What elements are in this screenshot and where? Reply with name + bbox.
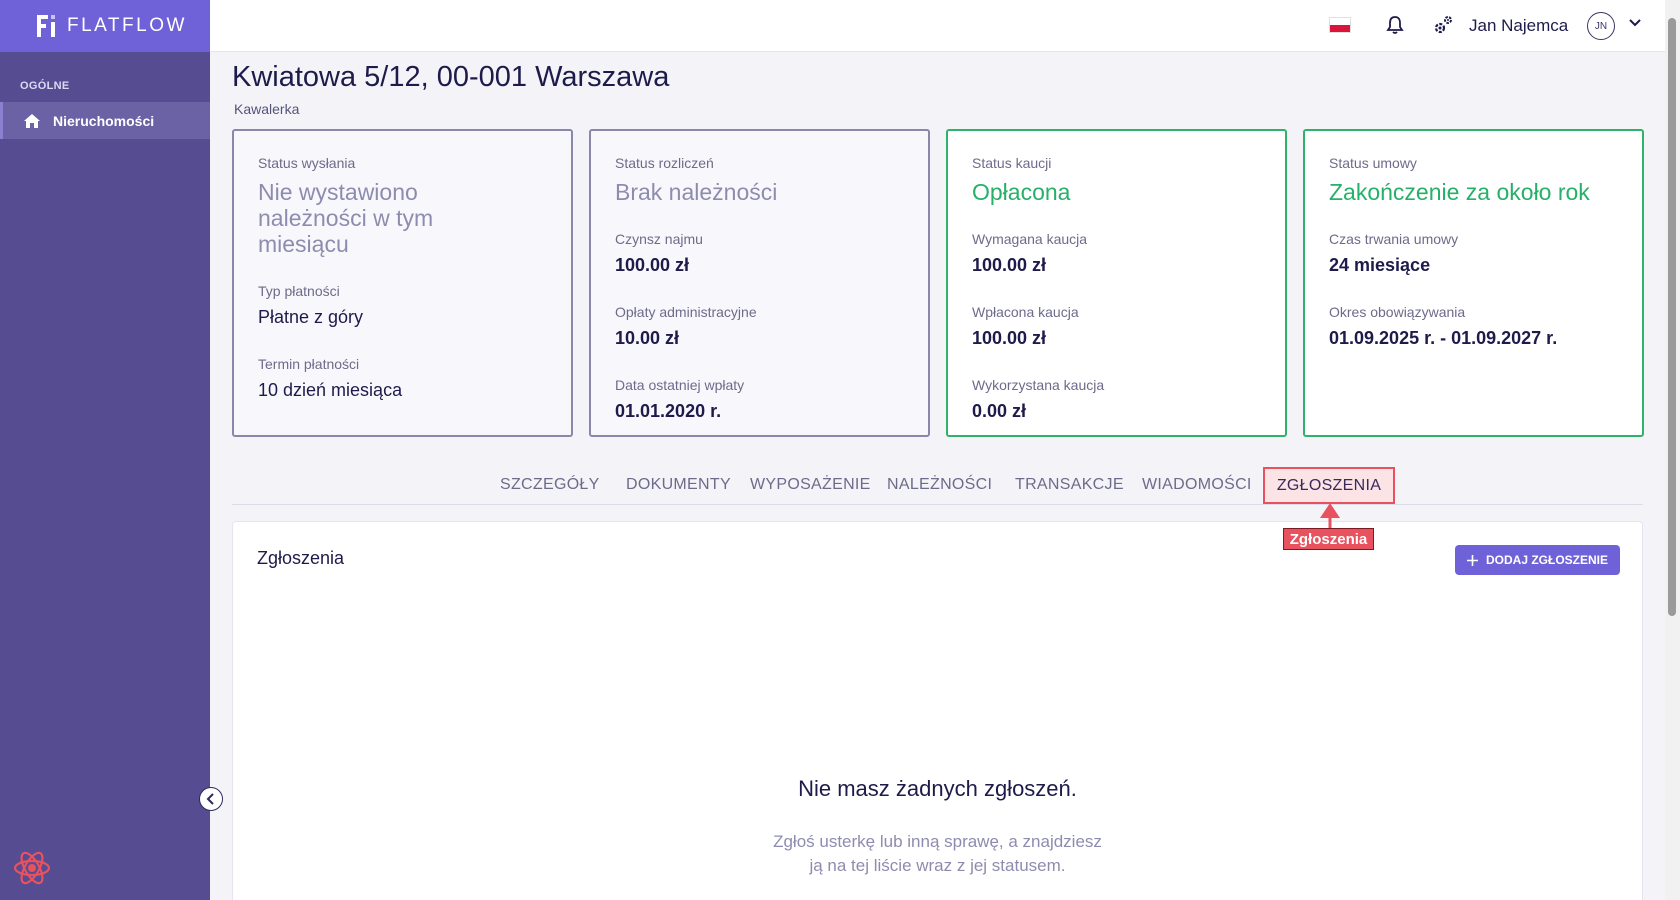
- card-contract-status: Status umowy Zakończenie za około rok Cz…: [1303, 129, 1644, 437]
- field-value: 10.00 zł: [615, 328, 680, 348]
- field-value: 100.00 zł: [615, 255, 690, 275]
- empty-state-description: Zgłoś usterkę lub inną sprawę, a znajdzi…: [233, 830, 1642, 878]
- property-type: Kawalerka: [234, 101, 300, 117]
- sidebar-collapse-button[interactable]: [199, 787, 223, 811]
- card-status: Nie wystawiono należności w tym miesiącu: [258, 179, 434, 257]
- brand[interactable]: FLATFLOW: [0, 0, 210, 52]
- field-value: 24 miesiące: [1329, 255, 1431, 275]
- field-label: Wymagana kaucja: [972, 231, 1088, 247]
- flatflow-logo-icon: [37, 15, 57, 37]
- annotation-arrow-icon: [1320, 503, 1340, 529]
- field-value: Płatne z góry: [258, 307, 364, 327]
- field-label: Typ płatności: [258, 283, 340, 299]
- sidebar-item-properties[interactable]: Nieruchomości: [0, 102, 210, 139]
- brand-name: FLATFLOW: [67, 15, 187, 36]
- field-label: Opłaty administracyjne: [615, 304, 757, 320]
- field-value: 10 dzień miesiąca: [258, 380, 403, 400]
- field-value: 01.01.2020 r.: [615, 401, 722, 421]
- card-label: Status kaucji: [972, 155, 1052, 171]
- field-value: 0.00 zł: [972, 401, 1027, 421]
- nav-section-title: OGÓLNE: [20, 80, 70, 92]
- tab-receivables[interactable]: NALEŻNOŚCI: [887, 476, 992, 494]
- card-label: Status wysłania: [258, 155, 356, 171]
- empty-desc-line: ją na tej liście wraz z jej statusem.: [809, 856, 1066, 875]
- card-status: Opłacona: [972, 179, 1071, 205]
- add-issue-button[interactable]: DODAJ ZGŁOSZENIE: [1455, 545, 1620, 575]
- card-status: Zakończenie za około rok: [1329, 179, 1590, 205]
- card-status: Brak należności: [615, 179, 778, 205]
- field-value: 01.09.2025 r. - 01.09.2027 r.: [1329, 328, 1558, 348]
- panel-title: Zgłoszenia: [257, 548, 345, 568]
- poland-flag-icon[interactable]: [1329, 17, 1351, 33]
- user-name[interactable]: Jan Najemca: [1469, 16, 1568, 36]
- tab-details[interactable]: SZCZEGÓŁY: [500, 476, 600, 494]
- chevron-down-icon[interactable]: [1628, 18, 1642, 28]
- card-settlement-status: Status rozliczeń Brak należności Czynsz …: [589, 129, 930, 437]
- card-send-status: Status wysłania Nie wystawiono należnośc…: [232, 129, 573, 437]
- tab-equipment[interactable]: WYPOSAŻENIE: [750, 476, 871, 494]
- field-label: Data ostatniej wpłaty: [615, 377, 745, 393]
- issues-panel: Zgłoszenia DODAJ ZGŁOSZENIE Nie masz żad…: [232, 521, 1643, 900]
- empty-state-title: Nie masz żadnych zgłoszeń.: [798, 776, 1077, 801]
- react-devtools-icon[interactable]: [12, 848, 52, 888]
- field-label: Okres obowiązywania: [1329, 304, 1466, 320]
- tab-bar: SZCZEGÓŁY DOKUMENTY WYPOSAŻENIE NALEŻNOŚ…: [232, 467, 1643, 505]
- topbar: Jan Najemca JN: [210, 0, 1665, 52]
- bell-icon[interactable]: [1386, 15, 1404, 35]
- sidebar: FLATFLOW OGÓLNE Nieruchomości: [0, 0, 210, 900]
- tab-messages[interactable]: WIADOMOŚCI: [1142, 476, 1252, 494]
- field-label: Wykorzystana kaucja: [972, 377, 1105, 393]
- gears-icon[interactable]: [1432, 14, 1454, 36]
- field-value: 100.00 zł: [972, 328, 1047, 348]
- home-icon: [24, 113, 40, 128]
- scrollbar[interactable]: [1665, 0, 1680, 900]
- card-label: Status rozliczeń: [615, 155, 714, 171]
- tab-transactions[interactable]: TRANSAKCJE: [1015, 476, 1124, 494]
- field-label: Czas trwania umowy: [1329, 231, 1459, 247]
- plus-icon: [1466, 554, 1478, 566]
- card-deposit-status: Status kaucji Opłacona Wymagana kaucja 1…: [946, 129, 1287, 437]
- page-title: Kwiatowa 5/12, 00-001 Warszawa: [232, 61, 670, 93]
- field-label: Termin płatności: [258, 356, 360, 372]
- tab-documents[interactable]: DOKUMENTY: [626, 476, 731, 494]
- tab-issues[interactable]: ZGŁOSZENIA: [1263, 467, 1395, 504]
- field-label: Wpłacona kaucja: [972, 304, 1079, 320]
- card-label: Status umowy: [1329, 155, 1417, 171]
- field-value: 100.00 zł: [972, 255, 1047, 275]
- chevron-left-icon: [206, 793, 214, 805]
- empty-desc-line: Zgłoś usterkę lub inną sprawę, a znajdzi…: [773, 832, 1102, 851]
- field-label: Czynsz najmu: [615, 231, 703, 247]
- sidebar-item-label: Nieruchomości: [53, 112, 155, 129]
- avatar[interactable]: JN: [1587, 12, 1615, 40]
- add-issue-label: DODAJ ZGŁOSZENIE: [1485, 553, 1608, 567]
- tooltip: Zgłoszenia: [1283, 528, 1374, 550]
